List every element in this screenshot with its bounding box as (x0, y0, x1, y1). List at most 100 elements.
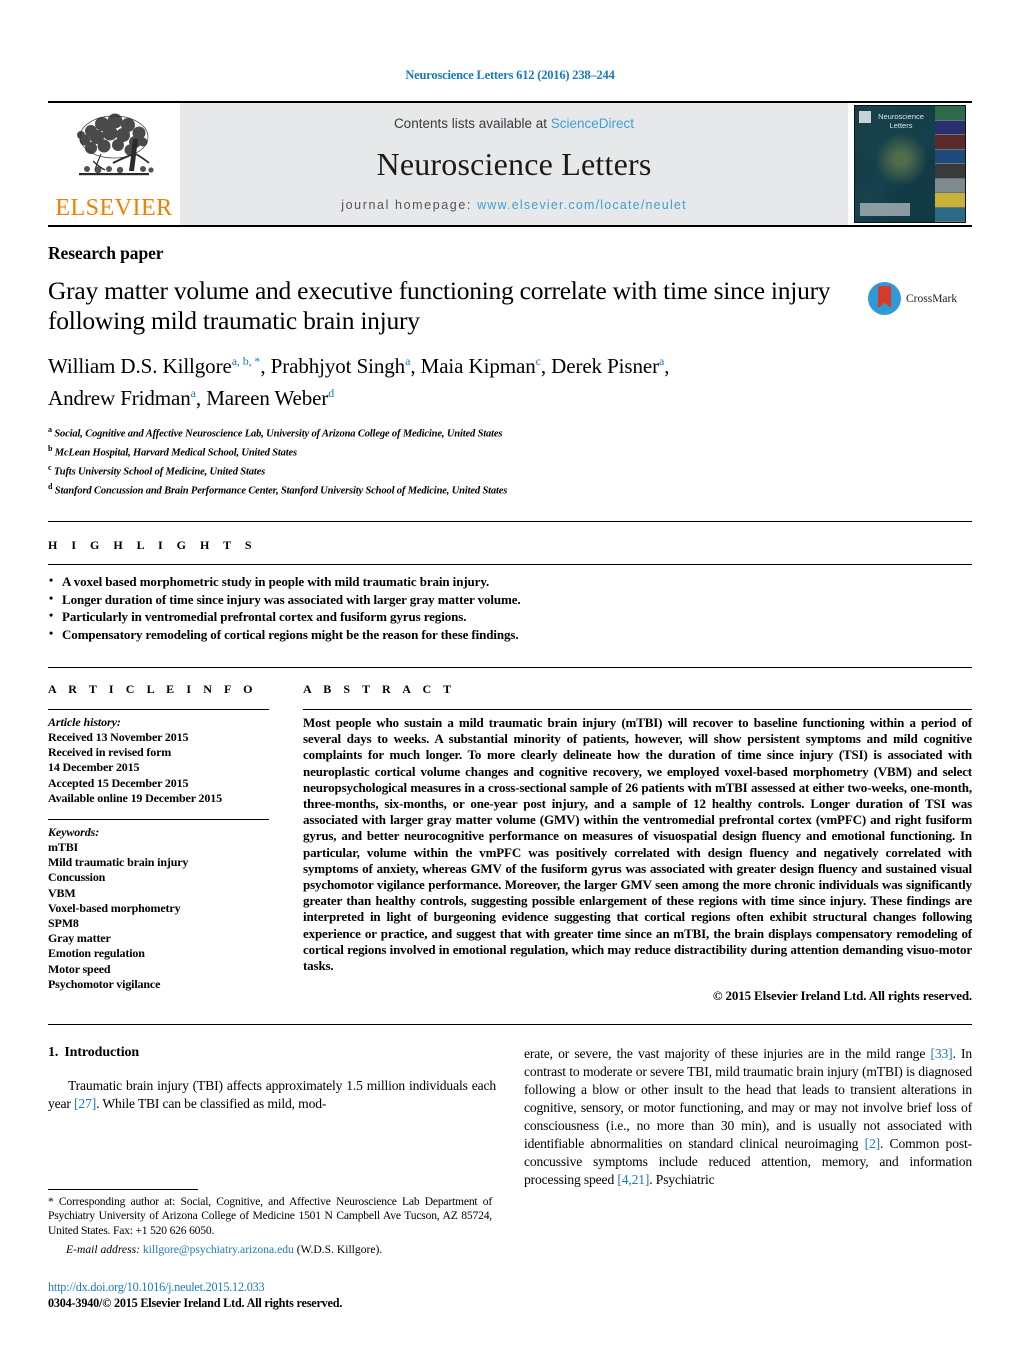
sciencedirect-link[interactable]: ScienceDirect (551, 116, 634, 131)
section-title-text: Introduction (64, 1045, 140, 1061)
crossmark-badge[interactable]: CrossMark (868, 276, 972, 315)
article-history-item: Received in revised form (48, 745, 172, 760)
abstract-rule (303, 709, 972, 710)
footer-block: http://dx.doi.org/10.1016/j.neulet.2015.… (48, 1280, 508, 1311)
body-column-right: erate, or severe, the vast majority of t… (524, 1045, 972, 1189)
author-affil-marker[interactable]: d (328, 386, 334, 400)
info-abstract-wrap: A R T I C L E I N F O Article history: R… (48, 682, 972, 1004)
article-history-item: 14 December 2015 (48, 760, 140, 775)
elsevier-tree-icon (77, 113, 154, 176)
page-title: Gray matter volume and executive functio… (48, 276, 831, 335)
elsevier-logo: ELSEVIER (48, 103, 180, 225)
journal-cover-block: Neuroscience Letters (848, 103, 972, 225)
abstract-heading: A B S T R A C T (303, 682, 456, 696)
highlights-heading: H I G H L I G H T S (48, 538, 258, 552)
masthead-center: Contents lists available at ScienceDirec… (180, 103, 848, 225)
affiliation-marker: c (48, 463, 52, 472)
affiliation-item: d Stanford Concussion and Brain Performa… (48, 480, 972, 499)
crossmark-label: CrossMark (906, 292, 958, 305)
author-affil-marker[interactable]: c (536, 354, 541, 368)
body-column-left: 1. Introduction Traumatic brain injury (T… (48, 1045, 496, 1189)
list-item: Particularly in ventromedial prefrontal … (48, 607, 972, 626)
citation-ref[interactable]: [2] (865, 1136, 881, 1151)
article-history-label: Article history: (48, 715, 121, 729)
journal-title: Neuroscience Letters (376, 146, 652, 182)
cover-bottom-bar (860, 203, 910, 216)
crossmark-icon (868, 282, 901, 315)
email-label: E-mail address: (66, 1242, 140, 1256)
author-affil-marker[interactable]: a (659, 354, 664, 368)
footnote-block: * Corresponding author at: Social, Cogni… (48, 1188, 492, 1257)
highlights-list: A voxel based morphometric study in peop… (48, 572, 972, 643)
keyword-item: Voxel-based morphometry (48, 900, 181, 915)
author-email-link[interactable]: killgore@psychiatry.arizona.edu (143, 1243, 294, 1256)
affiliation-list: a Social, Cognitive and Affective Neuros… (48, 423, 972, 499)
affiliation-marker: b (48, 444, 53, 453)
author-name: Maia Kipman (420, 354, 536, 378)
journal-homepage-line: journal homepage: www.elsevier.com/locat… (341, 198, 687, 212)
article-info-column: A R T I C L E I N F O Article history: R… (48, 682, 303, 1004)
keyword-item: Emotion regulation (48, 946, 145, 961)
affiliation-text: Social, Cognitive and Affective Neurosci… (54, 428, 503, 440)
article-history-item: Accepted 15 December 2015 (48, 775, 189, 790)
affiliation-text: McLean Hospital, Harvard Medical School,… (54, 447, 297, 459)
citation-ref[interactable]: [4,21] (617, 1172, 649, 1187)
citation-ref[interactable]: [27] (74, 1096, 96, 1111)
keyword-item: Motor speed (48, 961, 111, 976)
author-name: Mareen Weber (206, 386, 329, 410)
article-info-rule (48, 709, 269, 710)
contents-prefix: Contents lists available at (393, 116, 551, 131)
affiliation-item: a Social, Cognitive and Affective Neuros… (48, 423, 972, 442)
intro-paragraph-right: erate, or severe, the vast majority of t… (524, 1045, 972, 1189)
keywords-label: Keywords: (48, 825, 100, 840)
title-row: Gray matter volume and executive functio… (48, 276, 972, 336)
intro-paragraph-left: Traumatic brain injury (TBI) affects app… (48, 1077, 496, 1113)
intro-top-rule (48, 1024, 972, 1026)
journal-homepage-url[interactable]: www.elsevier.com/locate/neulet (477, 198, 687, 212)
email-suffix: (W.D.S. Killgore). (296, 1242, 383, 1256)
abstract-text: Most people who sustain a mild traumatic… (303, 715, 972, 974)
section-title-introduction: 1. Introduction (48, 1045, 496, 1061)
journal-cover-thumbnail: Neuroscience Letters (854, 105, 966, 223)
abstract-column: A B S T R A C T Most people who sustain … (303, 682, 972, 1004)
list-item: A voxel based morphometric study in peop… (48, 572, 972, 591)
intro-text-b: . While TBI can be classified as mild, m… (96, 1096, 327, 1112)
author-affil-marker[interactable]: a (191, 386, 196, 400)
affiliation-marker: a (48, 425, 52, 434)
keyword-item: Psychomotor vigilance (48, 976, 161, 991)
author-affil-marker[interactable]: a, b, * (232, 354, 261, 368)
article-history-item: Received 13 November 2015 (48, 730, 189, 744)
section-number: 1. (48, 1045, 59, 1061)
affiliation-item: b McLean Hospital, Harvard Medical Schoo… (48, 442, 972, 461)
cover-journal-title: Neuroscience Letters (878, 112, 924, 130)
masthead-bottom-rule (48, 225, 972, 227)
highlights-rule (48, 564, 972, 565)
intro-text-a: erate, or severe, the vast majority of t… (524, 1046, 931, 1062)
affiliation-item: c Tufts University School of Medicine, U… (48, 461, 972, 480)
citation-ref[interactable]: [33] (930, 1046, 952, 1061)
list-item: Longer duration of time since injury was… (48, 590, 972, 609)
article-page: Neuroscience Letters 612 (2016) 238–244 (0, 0, 1020, 1351)
running-head: Neuroscience Letters 612 (2016) 238–244 (405, 68, 615, 82)
article-history-item: Available online 19 December 2015 (48, 790, 222, 805)
abstract-copyright: © 2015 Elsevier Ireland Ltd. All rights … (712, 988, 972, 1004)
affiliation-text: Tufts University School of Medicine, Uni… (53, 466, 266, 478)
contents-available-line: Contents lists available at ScienceDirec… (394, 116, 634, 131)
doi-link[interactable]: http://dx.doi.org/10.1016/j.neulet.2015.… (48, 1280, 508, 1295)
elsevier-wordmark: ELSEVIER (55, 195, 173, 221)
journal-masthead: ELSEVIER Contents lists available at Sci… (48, 103, 972, 225)
author-list: William D.S. Killgorea, b, *, Prabhjyot … (48, 354, 670, 410)
keywords-rule (48, 819, 269, 821)
abstract-section-top-rule (48, 667, 972, 668)
highlights-top-rule (48, 521, 972, 522)
keyword-item: mTBI (48, 840, 79, 855)
author-name: William D.S. Killgore (48, 354, 232, 378)
author-name: Derek Pisner (551, 354, 660, 378)
keyword-item: Mild traumatic brain injury (48, 855, 189, 870)
cover-image-strip (935, 106, 965, 222)
issn-copyright: 0304-3940/© 2015 Elsevier Ireland Ltd. A… (48, 1296, 343, 1310)
keyword-item: Concussion (48, 870, 106, 885)
article-type-label: Research paper (48, 243, 164, 263)
author-affil-marker[interactable]: a (405, 354, 410, 368)
homepage-prefix: journal homepage: (341, 198, 478, 212)
